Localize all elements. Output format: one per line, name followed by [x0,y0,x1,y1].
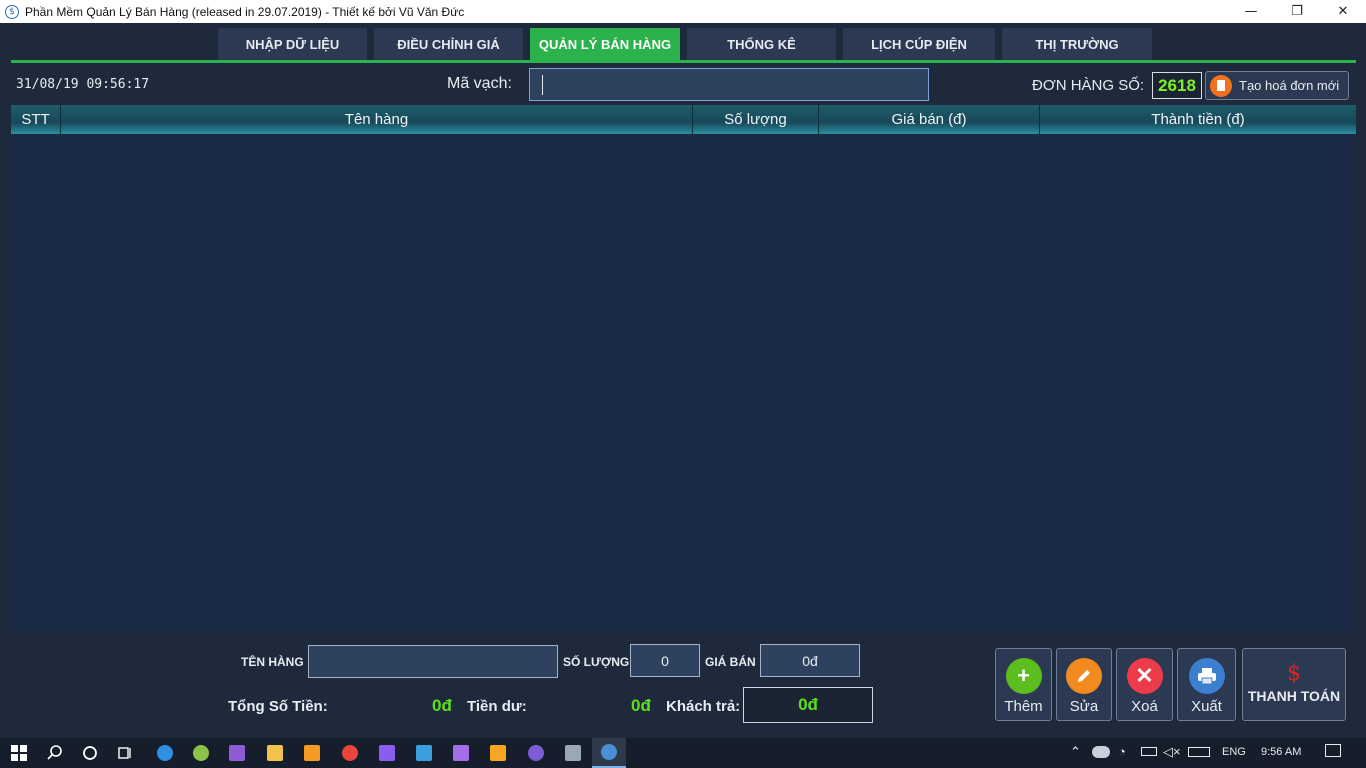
order-number-value: 2618 [1152,72,1202,99]
tab-market[interactable]: THỊ TRƯỜNG [1002,28,1152,60]
window-title: Phần Mềm Quản Lý Bán Hàng (released in 2… [25,4,465,19]
battery-icon[interactable] [1141,747,1157,756]
language-indicator[interactable]: ENG [1222,746,1246,758]
product-name-input[interactable] [308,645,558,678]
table-header: STT Tên hàng Số lượng Giá bán (đ) Thành … [11,105,1356,134]
datetime-display: 31/08/19 09:56:17 [16,77,150,92]
add-button[interactable]: + Thêm [995,648,1052,721]
app-icon-blue[interactable] [409,738,439,768]
clock[interactable]: 9:56 AM [1261,746,1301,758]
pencil-icon [1066,658,1102,694]
column-header-price[interactable]: Giá bán (đ) [819,105,1040,134]
dollar-icon: $ [1287,661,1301,686]
visual-studio-icon[interactable] [222,738,252,768]
text-caret [542,75,543,95]
main-tabs: NHẬP DỮ LIỆU ĐIỀU CHỈNH GIÁ QUẢN LÝ BÁN … [218,28,1159,60]
barcode-label: Mã vạch: [447,75,512,92]
file-explorer-icon[interactable] [260,738,290,768]
quantity-input[interactable]: 0 [630,644,700,677]
edit-button-label: Sửa [1069,698,1099,715]
checkout-button-label: THANH TOÁN [1247,688,1341,704]
cortana-icon[interactable] [75,738,105,768]
task-view-icon[interactable] [110,738,140,768]
sales-table[interactable]: STT Tên hàng Số lượng Giá bán (đ) Thành … [11,105,1356,631]
plus-icon: + [1005,658,1042,694]
new-invoice-button[interactable]: Tạo hoá đơn mới [1205,71,1349,100]
export-button-label: Xuất [1191,698,1222,715]
delete-button-label: Xoá [1131,698,1158,715]
tab-sales-management[interactable]: QUẢN LÝ BÁN HÀNG [530,28,680,60]
tab-underline [11,60,1356,63]
tab-statistics[interactable]: THỐNG KÊ [687,28,836,60]
printer-icon [1188,658,1225,694]
column-header-total[interactable]: Thành tiền (đ) [1040,105,1356,134]
delete-button[interactable]: ✕ Xoá [1116,648,1173,721]
column-header-quantity[interactable]: Số lượng [693,105,819,134]
app-icon: $ [5,4,19,19]
app-icon-purple[interactable] [521,738,551,768]
app-icon-green[interactable] [186,738,216,768]
tab-power-outage[interactable]: LỊCH CÚP ĐIỆN [843,28,995,60]
sales-app-taskbar-icon[interactable] [592,738,626,768]
tab-price-adjust[interactable]: ĐIỀU CHỈNH GIÁ [374,28,523,60]
product-name-label: TÊN HÀNG [241,655,304,669]
title-bar: $ Phần Mềm Quản Lý Bán Hàng (released in… [0,0,1366,23]
sublime-icon[interactable] [297,738,327,768]
column-header-stt[interactable]: STT [11,105,61,134]
barcode-input[interactable] [529,68,929,101]
chevron-up-icon[interactable]: ⌃ [1070,744,1081,760]
close-button[interactable]: ✕ [1320,0,1366,23]
price-input[interactable]: 0đ [760,644,860,677]
total-amount-label: Tổng Số Tiền: [228,698,328,715]
quantity-label: SỐ LƯỢNG [563,655,630,669]
windows-start-icon[interactable] [4,738,34,768]
price-label: GIÁ BÁN [705,655,756,669]
wifi-icon[interactable]: ◔ [1118,744,1126,759]
keyboard-icon[interactable] [1188,747,1210,757]
column-header-name[interactable]: Tên hàng [61,105,693,134]
edit-button[interactable]: Sửa [1056,648,1112,721]
notification-icon[interactable] [1325,744,1341,757]
delete-icon: ✕ [1126,658,1163,694]
export-button[interactable]: Xuất [1177,648,1236,721]
invoice-icon [1210,74,1232,97]
speaker-muted-icon[interactable]: ◁× [1163,744,1181,760]
vs2019-icon[interactable] [446,738,476,768]
onedrive-icon[interactable] [1092,746,1110,758]
total-amount-value: 0đ [432,696,452,715]
customer-paid-label: Khách trả: [666,698,741,715]
restore-button[interactable]: ❐ [1274,0,1320,23]
remote-desktop-icon[interactable] [558,738,588,768]
chrome-icon[interactable] [335,738,365,768]
tab-data-entry[interactable]: NHẬP DỮ LIỆU [218,28,367,60]
edge-icon[interactable] [150,738,180,768]
customer-paid-value: 0đ [798,695,818,714]
customer-paid-input[interactable]: 0đ [743,687,873,723]
search-icon[interactable] [40,738,70,768]
add-button-label: Thêm [1004,698,1043,715]
checkout-button[interactable]: $ THANH TOÁN [1242,648,1346,721]
vs-purple-icon[interactable] [372,738,402,768]
change-value: 0đ [631,696,651,715]
order-number-label: ĐƠN HÀNG SỐ: [1032,77,1145,94]
minimize-button[interactable]: — [1228,0,1274,23]
change-label: Tiền dư: [467,698,527,715]
new-invoice-label: Tạo hoá đơn mới [1239,78,1340,93]
media-player-icon[interactable] [483,738,513,768]
